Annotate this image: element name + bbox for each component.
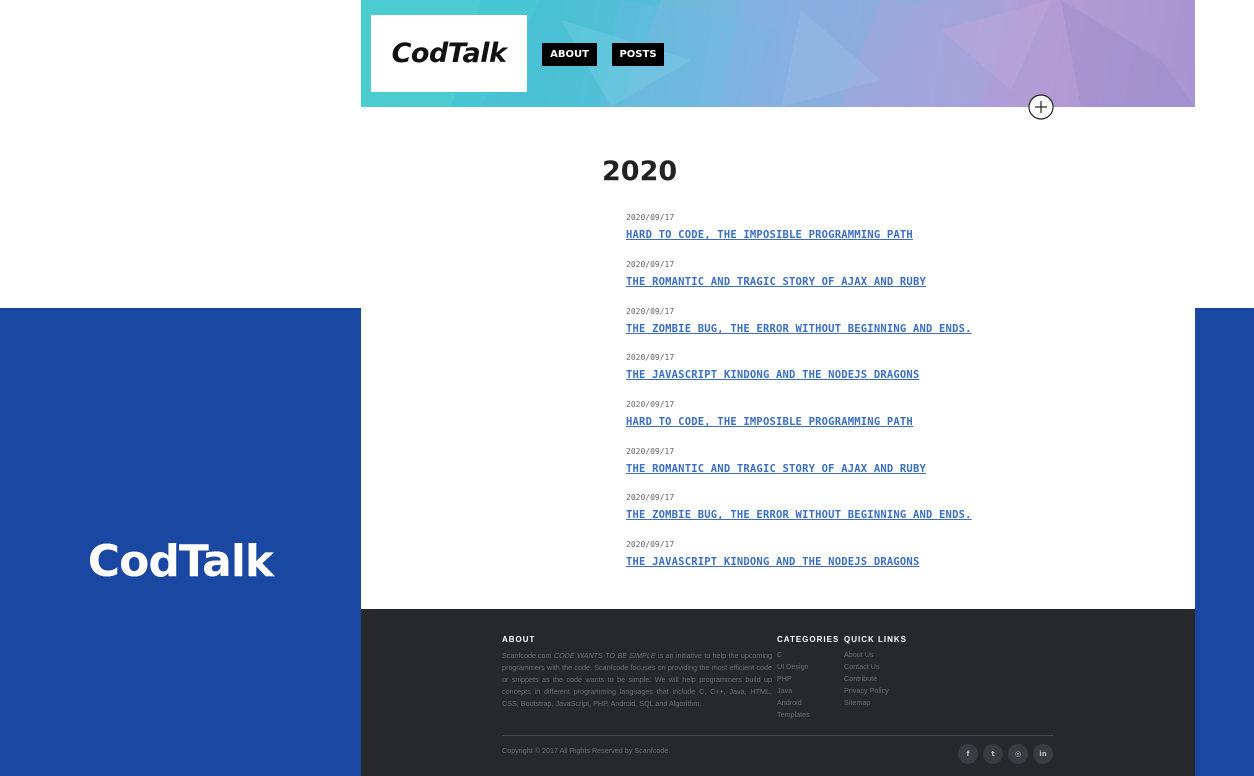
post-date: 2020/09/17: [626, 353, 675, 362]
post-item: 2020/09/17 THE ZOMBIE BUG, THE ERROR WIT…: [626, 493, 1146, 521]
footer-category-link[interactable]: C: [777, 649, 810, 661]
post-item: 2020/09/17 THE JAVASCRIPT KINDONG AND TH…: [626, 540, 1146, 568]
post-title-link[interactable]: HARD TO CODE, THE IMPOSIBLE PROGRAMMING …: [626, 229, 1146, 241]
twitter-icon[interactable]: t: [983, 744, 1003, 764]
post-date: 2020/09/17: [626, 447, 675, 456]
footer-quicklink[interactable]: Sitemap: [844, 697, 889, 709]
post-date: 2020/09/17: [626, 400, 675, 409]
plus-circle-icon[interactable]: [1028, 94, 1054, 120]
side-brand-name: CodTalk: [87, 535, 274, 587]
footer-category-link[interactable]: Templates: [777, 709, 810, 721]
footer-category-link[interactable]: PHP: [777, 673, 810, 685]
footer-quicklink[interactable]: Privacy Policy: [844, 685, 889, 697]
footer-category-link[interactable]: Java: [777, 685, 810, 697]
logo-text: CodTalk: [391, 38, 507, 69]
footer-about-text: Scanfcode.com CODE WANTS TO BE SIMPLE is…: [502, 650, 772, 710]
post-item: 2020/09/17 THE ZOMBIE BUG, THE ERROR WIT…: [626, 307, 1146, 335]
side-panel-right: [1195, 308, 1254, 776]
facebook-icon[interactable]: f: [958, 744, 978, 764]
post-date: 2020/09/17: [626, 260, 675, 269]
footer-quicklinks-heading: QUICK LINKS: [844, 635, 907, 644]
post-title-link[interactable]: THE ROMANTIC AND TRAGIC STORY OF AJAX AN…: [626, 463, 1146, 475]
post-title-link[interactable]: THE JAVASCRIPT KINDONG AND THE NODEJS DR…: [626, 369, 1146, 381]
post-title-link[interactable]: THE JAVASCRIPT KINDONG AND THE NODEJS DR…: [626, 556, 1146, 568]
footer-quicklink[interactable]: Contribute: [844, 673, 889, 685]
footer-quicklinks-list: About Us Contact Us Contribute Privacy P…: [844, 649, 889, 709]
post-item: 2020/09/17 THE JAVASCRIPT KINDONG AND TH…: [626, 353, 1146, 381]
footer-divider: [502, 735, 1053, 736]
post-date: 2020/09/17: [626, 307, 675, 316]
dribbble-icon[interactable]: ◎: [1008, 744, 1028, 764]
footer-quicklink[interactable]: Contact Us: [844, 661, 889, 673]
post-title-link[interactable]: THE ZOMBIE BUG, THE ERROR WITHOUT BEGINN…: [626, 509, 1146, 521]
post-title-link[interactable]: HARD TO CODE, THE IMPOSIBLE PROGRAMMING …: [626, 416, 1146, 428]
footer-about-prefix: Scanfcode.com: [502, 651, 554, 660]
post-item: 2020/09/17 THE ROMANTIC AND TRAGIC STORY…: [626, 447, 1146, 475]
side-brand-panel: CodTalk: [0, 308, 361, 776]
footer-about-heading: ABOUT: [502, 635, 536, 644]
footer-categories-list: C UI Design PHP Java Android Templates: [777, 649, 810, 721]
post-item: 2020/09/17 HARD TO CODE, THE IMPOSIBLE P…: [626, 400, 1146, 428]
nav-posts-button[interactable]: POSTS: [612, 43, 664, 66]
linkedin-icon[interactable]: in: [1033, 744, 1053, 764]
post-item: 2020/09/17 HARD TO CODE, THE IMPOSIBLE P…: [626, 213, 1146, 241]
post-title-link[interactable]: THE ROMANTIC AND TRAGIC STORY OF AJAX AN…: [626, 276, 1146, 288]
post-item: 2020/09/17 THE ROMANTIC AND TRAGIC STORY…: [626, 260, 1146, 288]
site-footer: ABOUT Scanfcode.com CODE WANTS TO BE SIM…: [361, 609, 1195, 776]
footer-category-link[interactable]: Android: [777, 697, 810, 709]
post-date: 2020/09/17: [626, 540, 675, 549]
nav-about-button[interactable]: ABOUT: [542, 43, 597, 66]
archive-year: 2020: [602, 156, 678, 187]
footer-category-link[interactable]: UI Design: [777, 661, 810, 673]
post-date: 2020/09/17: [626, 213, 675, 222]
footer-copyright: Copyright © 2017 All Rights Reserved by …: [502, 746, 671, 755]
post-date: 2020/09/17: [626, 493, 675, 502]
header-banner: CodTalk ABOUT POSTS: [361, 0, 1195, 107]
footer-about-tagline: CODE WANTS TO BE SIMPLE: [553, 651, 656, 660]
post-title-link[interactable]: THE ZOMBIE BUG, THE ERROR WITHOUT BEGINN…: [626, 323, 1146, 335]
footer-categories-heading: CATEGORIES: [777, 635, 840, 644]
footer-quicklink[interactable]: About Us: [844, 649, 889, 661]
logo[interactable]: CodTalk: [371, 15, 527, 92]
